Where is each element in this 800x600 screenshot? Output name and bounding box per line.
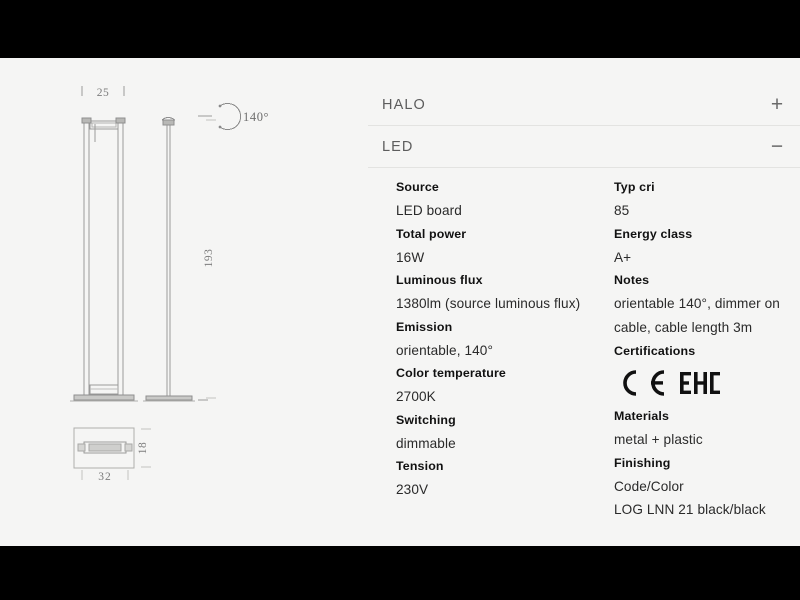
spec-column-left: Source LED board Total power 16W Luminou… (368, 176, 584, 522)
spec-value-emission: orientable, 140° (396, 342, 493, 358)
dim-top-width: 25 (97, 87, 110, 99)
accordion-item-led[interactable]: LED − (368, 126, 800, 168)
spec-key-notes: Notes (614, 273, 650, 287)
plus-icon[interactable]: + (768, 94, 786, 115)
spec-value-finishing-line2: LOG LNN 21 black/black (614, 502, 766, 517)
spec-key-certifications: Certifications (614, 344, 696, 358)
minus-icon[interactable]: − (768, 136, 786, 157)
spec-key-source: Source (396, 180, 439, 194)
ce-mark-icon (623, 370, 665, 396)
accordion-item-halo[interactable]: HALO + (368, 84, 800, 126)
letterbox-bar-top (0, 0, 800, 58)
spec-value-color-temperature: 2700K (396, 389, 436, 404)
spec-key-total-power: Total power (396, 226, 467, 241)
spec-key-color-temperature: Color temperature (396, 366, 506, 380)
spec-key-luminous-flux: Luminous flux (396, 273, 483, 287)
spec-table: Source LED board Total power 16W Luminou… (368, 176, 800, 522)
spec-value-finishing-line1: Code/Color (614, 478, 684, 494)
spec-value-notes-line2: cable, cable length 3m (614, 320, 753, 335)
dim-base-width: 32 (98, 471, 112, 483)
spec-value-switching: dimmable (396, 435, 456, 451)
spec-value-typ-cri: 85 (614, 203, 630, 218)
spec-key-typ-cri: Typ cri (614, 180, 655, 194)
dim-height: 193 (203, 249, 215, 268)
eac-mark-icon (680, 372, 720, 394)
spec-key-finishing: Finishing (614, 455, 671, 470)
technical-drawing: 25 193 32 18 140° (0, 58, 360, 546)
spec-key-materials: Materials (614, 409, 670, 423)
accordion-label-led: LED (382, 138, 414, 155)
spec-column-right: Typ cri 85 Energy class A+ Notes orienta… (584, 176, 800, 522)
screenshot-stage: 25 193 32 18 140° HALO + LED − Source LE… (0, 0, 800, 600)
spec-key-tension: Tension (396, 459, 444, 473)
spec-panel: HALO + LED − Source LED board Total powe… (368, 58, 800, 546)
spec-value-tension: 230V (396, 482, 429, 497)
spec-key-emission: Emission (396, 319, 453, 334)
spec-key-energy-class: Energy class (614, 226, 693, 241)
letterbox-bar-bottom (0, 546, 800, 600)
spec-key-switching: Switching (396, 412, 456, 427)
accordion-label-halo: HALO (382, 96, 426, 113)
dim-base-depth: 18 (137, 442, 149, 455)
product-detail-content: 25 193 32 18 140° HALO + LED − Source LE… (0, 58, 800, 546)
certification-marks (614, 370, 800, 396)
spec-value-energy-class: A+ (614, 249, 632, 265)
spec-value-total-power: 16W (396, 249, 425, 265)
spec-value-notes-line1: orientable 140°, dimmer on (614, 296, 780, 311)
rotation-angle-label: 140° (243, 110, 269, 124)
spec-value-materials: metal + plastic (614, 432, 703, 447)
spec-value-luminous-flux: 1380lm (source luminous flux) (396, 296, 581, 311)
spec-value-source: LED board (396, 203, 462, 218)
